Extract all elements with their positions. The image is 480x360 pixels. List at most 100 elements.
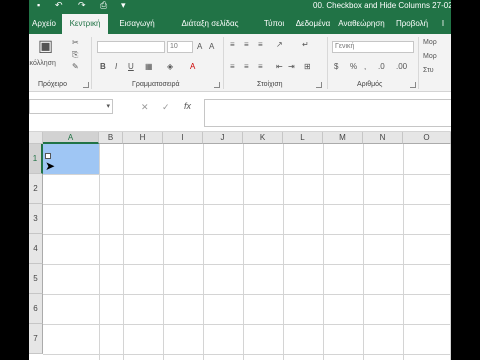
increase-indent-icon[interactable]: ⇥ xyxy=(288,62,295,72)
font-launcher-icon[interactable] xyxy=(214,82,220,88)
copy-icon[interactable]: ⎘ xyxy=(72,50,78,60)
cancel-icon[interactable]: ✕ xyxy=(141,102,149,113)
tab-page-layout[interactable]: Διάταξη σελίδας xyxy=(166,14,254,34)
align-right-icon[interactable]: ≡ xyxy=(258,62,263,72)
decrease-indent-icon[interactable]: ⇤ xyxy=(276,62,283,72)
fill-color-icon[interactable]: ◈ xyxy=(167,62,173,72)
align-top-icon[interactable]: ≡ xyxy=(230,40,235,50)
conditional-formatting-button[interactable]: Μορ xyxy=(423,38,437,48)
tab-view[interactable]: Προβολή xyxy=(392,14,432,34)
column-header[interactable]: O xyxy=(403,132,451,144)
tab-formulas[interactable]: Τύποι xyxy=(258,14,290,34)
redo-icon[interactable]: ↷ xyxy=(78,0,86,11)
select-all-button[interactable] xyxy=(29,132,43,144)
column-header[interactable]: A xyxy=(43,132,99,144)
gridline xyxy=(243,144,244,360)
letterbox-right xyxy=(451,0,480,360)
merge-center-icon[interactable]: ⊞ xyxy=(304,62,311,72)
row-header[interactable]: 2 xyxy=(29,174,43,204)
number-launcher-icon[interactable] xyxy=(410,82,416,88)
row-header[interactable]: 1 xyxy=(29,144,43,174)
save-icon[interactable]: ▪ xyxy=(37,0,40,11)
paste-button-label[interactable]: ικόλληση xyxy=(28,59,56,69)
tab-home[interactable]: Κεντρική xyxy=(62,14,108,34)
italic-button[interactable]: I xyxy=(115,62,117,72)
column-header[interactable]: J xyxy=(203,132,243,144)
gridline xyxy=(283,144,284,360)
column-header[interactable]: L xyxy=(283,132,323,144)
tab-file[interactable]: Αρχείο xyxy=(26,14,62,34)
row-header[interactable]: 4 xyxy=(29,234,43,264)
insert-function-icon[interactable]: fx xyxy=(184,101,191,111)
number-format-dropdown[interactable]: Γενική xyxy=(332,41,414,53)
align-center-icon[interactable]: ≡ xyxy=(244,62,249,72)
name-box[interactable]: ▾ xyxy=(29,99,113,114)
row-header[interactable]: 5 xyxy=(29,264,43,294)
bold-button[interactable]: B xyxy=(100,62,106,72)
align-middle-icon[interactable]: ≡ xyxy=(244,40,249,50)
group-label-font: Γραμματοσειρά xyxy=(132,81,180,88)
clipboard-launcher-icon[interactable] xyxy=(83,82,89,88)
divider xyxy=(91,37,92,89)
qat-customize-icon[interactable]: ▾ xyxy=(121,0,126,11)
increase-decimal-icon[interactable]: .0 xyxy=(378,62,385,72)
paste-icon[interactable]: ▣ xyxy=(38,38,53,56)
gridline xyxy=(403,144,404,360)
font-name-dropdown[interactable] xyxy=(97,41,165,53)
gridline xyxy=(43,204,480,205)
mouse-pointer-icon: ➤ xyxy=(45,159,56,173)
row-header[interactable]: 6 xyxy=(29,294,43,324)
column-header[interactable]: K xyxy=(243,132,283,144)
column-header[interactable]: I xyxy=(163,132,203,144)
gridline xyxy=(363,144,364,360)
currency-icon[interactable]: $ xyxy=(334,62,338,72)
enter-icon[interactable]: ✓ xyxy=(162,102,170,113)
row-header[interactable]: 7 xyxy=(29,324,43,354)
formula-input[interactable] xyxy=(204,99,480,127)
ribbon-home: ▣ ικόλληση ✂ ⎘ ✎ Πρόχειρο 10 A A B I U ▦… xyxy=(0,34,480,92)
print-preview-icon[interactable]: ⎙ xyxy=(100,0,107,11)
orientation-icon[interactable]: ↗ xyxy=(276,40,283,50)
letterbox-left xyxy=(0,0,29,360)
divider xyxy=(418,37,419,89)
align-bottom-icon[interactable]: ≡ xyxy=(258,40,263,50)
group-label-number: Αριθμός xyxy=(357,81,383,88)
decrease-decimal-icon[interactable]: .00 xyxy=(396,62,407,72)
tab-data[interactable]: Δεδομένα xyxy=(292,14,334,34)
column-header[interactable]: N xyxy=(363,132,403,144)
underline-button[interactable]: U xyxy=(128,62,134,72)
column-header[interactable]: M xyxy=(323,132,363,144)
grow-font-icon[interactable]: A xyxy=(197,42,202,52)
gridline xyxy=(43,264,480,265)
format-as-table-button[interactable]: Μορ xyxy=(423,52,437,62)
tab-insert[interactable]: Εισαγωγή xyxy=(111,14,163,34)
cell-styles-button[interactable]: Στυ xyxy=(423,66,434,76)
percent-icon[interactable]: % xyxy=(350,62,357,72)
column-header[interactable]: B xyxy=(99,132,123,144)
format-painter-icon[interactable]: ✎ xyxy=(72,62,79,72)
title-bar: ▪ ↶ ↷ ⎙ ▾ 00. Checkbox and Hide Columns … xyxy=(0,0,480,12)
tab-review[interactable]: Αναθεώρηση xyxy=(333,14,390,34)
excel-window: ▪ ↶ ↷ ⎙ ▾ 00. Checkbox and Hide Columns … xyxy=(0,0,480,360)
comma-style-icon[interactable]: , xyxy=(364,62,366,72)
row-header[interactable]: 3 xyxy=(29,204,43,234)
group-label-clipboard: Πρόχειρο xyxy=(38,81,67,88)
ribbon-tabs: Αρχείο Κεντρική Εισαγωγή Διάταξη σελίδας… xyxy=(0,12,480,34)
tab-more[interactable]: Ι xyxy=(437,14,449,34)
document-title: 00. Checkbox and Hide Columns 27-02-2 xyxy=(313,1,460,10)
wrap-text-icon[interactable]: ↵ xyxy=(302,40,309,50)
column-header[interactable]: H xyxy=(123,132,163,144)
font-color-icon[interactable]: A xyxy=(190,62,195,72)
undo-icon[interactable]: ↶ xyxy=(55,0,63,11)
gridline xyxy=(43,354,480,355)
gridline xyxy=(203,144,204,360)
borders-icon[interactable]: ▦ xyxy=(145,62,153,72)
align-left-icon[interactable]: ≡ xyxy=(230,62,235,72)
cut-icon[interactable]: ✂ xyxy=(72,38,79,48)
gridline xyxy=(43,174,480,175)
font-size-dropdown[interactable]: 10 xyxy=(167,41,193,53)
shrink-font-icon[interactable]: A xyxy=(209,42,214,52)
group-label-alignment: Στοίχιση xyxy=(257,81,283,88)
alignment-launcher-icon[interactable] xyxy=(316,82,322,88)
chevron-down-icon[interactable]: ▾ xyxy=(106,102,110,110)
